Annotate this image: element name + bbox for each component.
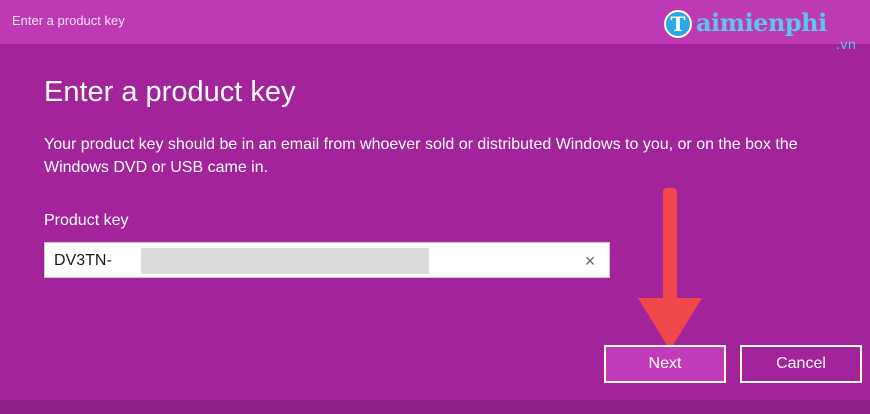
instructions-text: Your product key should be in an email f…: [44, 136, 798, 176]
next-button[interactable]: Next: [604, 345, 726, 383]
arrow-down-icon: [638, 188, 702, 350]
redacted-key-blur: [141, 248, 429, 274]
logo-mark-icon: T: [664, 10, 692, 38]
product-key-input[interactable]: DV3TN- ×: [44, 242, 610, 278]
product-key-label: Product key: [44, 212, 129, 229]
cancel-button[interactable]: Cancel: [740, 345, 862, 383]
page-title: Enter a product key: [44, 76, 296, 108]
window-title: Enter a product key: [12, 13, 125, 28]
product-key-dialog: Enter a product key T aimienphi .vn Ente…: [0, 0, 870, 414]
close-icon[interactable]: ×: [577, 248, 603, 274]
product-key-value: DV3TN-: [54, 252, 112, 269]
watermark-logo: T aimienphi .vn: [656, 6, 856, 54]
logo-text: aimienphi: [696, 8, 827, 37]
logo-tld: .vn: [835, 38, 856, 53]
bottom-edge: [0, 400, 870, 414]
